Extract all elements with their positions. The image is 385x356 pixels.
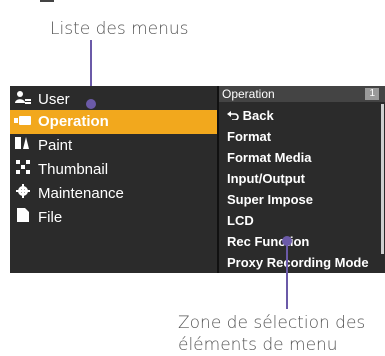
file-icon [14,206,32,230]
menu-item-file[interactable]: File [10,206,217,230]
submenu-title: Operation [222,87,275,101]
menu-item-paint[interactable]: Paint [10,134,217,158]
submenu-item-format[interactable]: Format [227,128,271,146]
callout-leader-line [286,242,288,309]
menu-item-label: User [38,91,70,108]
paint-icon [14,134,32,158]
submenu-item-format-media[interactable]: Format Media [227,149,312,167]
callout-menu-list-label: Liste des menus [50,19,189,39]
menu-item-operation[interactable]: Operation [10,110,217,134]
submenu-item-lcd[interactable]: LCD [227,212,254,230]
menu-item-selection-area: Operation 1 Back Format Format Media Inp… [219,86,385,273]
menu-list: User Operation Paint Thumbnail Maintenan… [10,86,217,273]
submenu-item-label: Back [242,108,274,123]
submenu-item-input-output[interactable]: Input/Output [227,170,305,188]
menu-item-user[interactable]: User [10,88,217,112]
menu-item-label: Maintenance [38,185,124,202]
back-arrow-icon [227,108,243,123]
callout-selection-area-label: Zone de sélection des éléments de menu [178,312,365,356]
callout-line-1: Zone de sélection des [178,313,366,333]
callout-line-2: éléments de menu [178,335,338,355]
menu-item-label: Thumbnail [38,161,109,178]
menu-item-maintenance[interactable]: Maintenance [10,182,217,206]
operation-icon [14,110,32,134]
submenu-item-proxy-recording-mode[interactable]: Proxy Recording Mode [227,254,369,272]
submenu-header: Operation 1 [219,86,385,102]
callout-dot [282,236,292,246]
menu-item-label: Operation [38,113,109,130]
gear-icon [14,182,32,206]
user-icon [14,88,32,112]
menu-item-label: Paint [38,137,73,154]
submenu-item-rec-function[interactable]: Rec Function [227,233,309,251]
menu-item-thumbnail[interactable]: Thumbnail [10,158,217,182]
submenu-item-super-impose[interactable]: Super Impose [227,191,313,209]
callout-dot [86,99,96,109]
submenu-item-back[interactable]: Back [227,107,274,125]
top-cropped-mark [40,0,54,2]
camera-menu-screen: User Operation Paint Thumbnail Maintenan… [10,86,385,273]
page-number-badge: 1 [365,88,379,100]
scrollbar[interactable] [381,104,384,254]
thumbnail-icon [14,158,32,182]
menu-item-label: File [38,209,63,226]
